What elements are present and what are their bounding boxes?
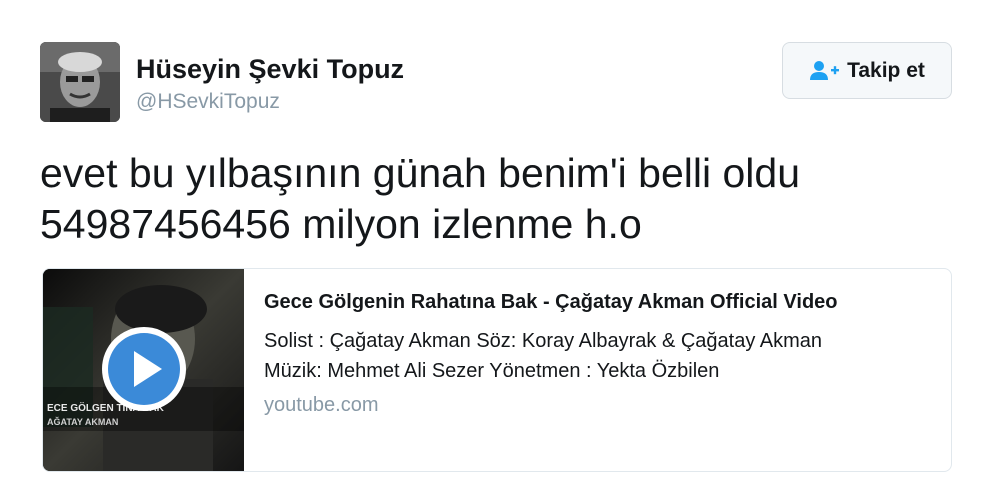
card-description: Solist : Çağatay Akman Söz: Koray Albayr… bbox=[264, 326, 951, 386]
display-name[interactable]: Hüseyin Şevki Topuz bbox=[136, 54, 404, 85]
add-user-icon bbox=[809, 60, 840, 82]
card-title[interactable]: Gece Gölgenin Rahatına Bak - Çağatay Akm… bbox=[264, 291, 951, 314]
follow-button[interactable]: Takip et bbox=[782, 42, 952, 99]
tweet: Hüseyin Şevki Topuz @HSevkiTopuz Takip e… bbox=[0, 0, 996, 498]
tweet-text: evet bu yılbaşının günah benim'i belli o… bbox=[40, 148, 940, 250]
tweet-text-line: 54987456456 milyon izlenme h.o bbox=[40, 201, 642, 247]
follow-button-label: Takip et bbox=[847, 58, 925, 82]
avatar[interactable] bbox=[40, 42, 120, 122]
link-card[interactable]: ECE GÖLGEN TINA BAK AĞATAY AKMAN Gece Gö… bbox=[42, 268, 952, 472]
user-handle[interactable]: @HSevkiTopuz bbox=[136, 90, 280, 114]
card-domain[interactable]: youtube.com bbox=[264, 394, 951, 417]
tweet-text-line: evet bu yılbaşının günah benim'i belli o… bbox=[40, 150, 801, 196]
thumbnail-overlay-artist: AĞATAY AKMAN bbox=[47, 416, 118, 427]
card-body[interactable]: Gece Gölgenin Rahatına Bak - Çağatay Akm… bbox=[244, 269, 951, 471]
video-thumbnail[interactable]: ECE GÖLGEN TINA BAK AĞATAY AKMAN bbox=[43, 269, 244, 471]
play-icon bbox=[102, 327, 186, 411]
card-description-line: Müzik: Mehmet Ali Sezer Yönetmen : Yekta… bbox=[264, 360, 720, 382]
play-button[interactable] bbox=[100, 325, 188, 413]
card-description-line: Solist : Çağatay Akman Söz: Koray Albayr… bbox=[264, 330, 823, 352]
